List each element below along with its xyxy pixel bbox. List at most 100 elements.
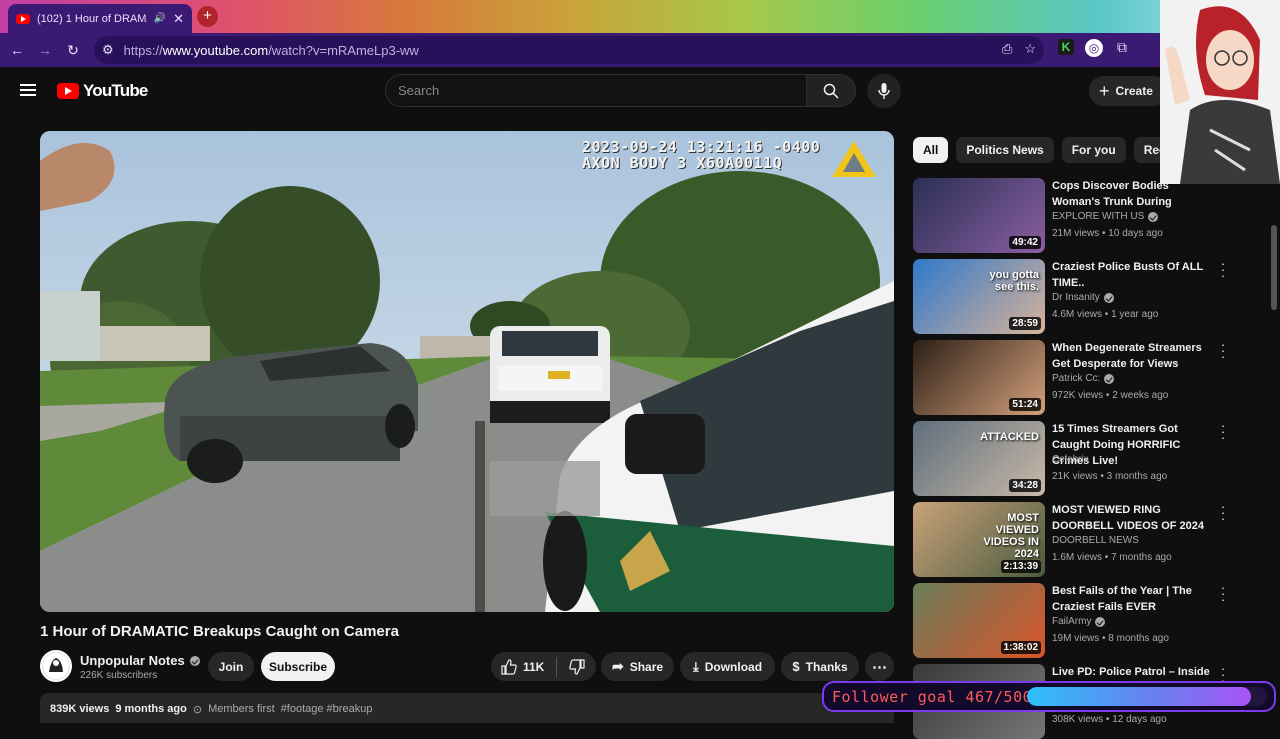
more-vertical-icon[interactable]: ··· <box>1218 257 1228 282</box>
youtube-logo-icon <box>57 83 79 99</box>
install-app-icon[interactable]: ⎙ <box>1002 41 1012 57</box>
recommendation-thumbnail[interactable]: ATTACKED 34:28 <box>913 421 1045 496</box>
recommendation-meta: 21M views • 10 days ago <box>1052 228 1163 239</box>
new-tab-button[interactable]: + <box>197 6 218 27</box>
share-label: Share <box>629 659 664 674</box>
more-vertical-icon[interactable]: ··· <box>1218 419 1228 444</box>
verified-icon <box>189 655 200 666</box>
thumbs-up-icon <box>501 658 517 675</box>
download-label: Download <box>704 659 763 674</box>
recommendation-meta: 1.6M views • 7 months ago <box>1052 552 1172 563</box>
recommendation-item[interactable]: ATTACKED 34:28 15 Times Streamers Got Caug… <box>913 419 1233 496</box>
recommendation-title[interactable]: MOST VIEWED RING DOORBELL VIDEOS OF 2024 <box>1052 502 1212 534</box>
youtube-masthead: YouTube Search + Create <box>0 67 1280 115</box>
video-frame <box>40 131 894 612</box>
recommendation-title[interactable]: Live PD: Police Patrol – Inside <box>1052 664 1212 680</box>
channel-avatar[interactable] <box>40 650 72 682</box>
more-vertical-icon[interactable]: ··· <box>1218 500 1228 525</box>
chip-politics-news[interactable]: Politics News <box>956 137 1054 163</box>
more-actions-button[interactable]: ⋯ <box>865 652 894 681</box>
site-info-icon[interactable]: ⚙ <box>102 42 114 58</box>
thumbnail-overlay-text: you gotta see this. <box>989 269 1040 293</box>
browser-tab-strip: (102) 1 Hour of DRAMATIC 🔊 ✕ + <box>0 0 1280 33</box>
recommendation-channel[interactable]: EXPLORE WITH US <box>1052 211 1159 222</box>
extensions-puzzle-icon[interactable]: ⧉ <box>1114 39 1130 55</box>
follower-goal-bar <box>1027 687 1267 706</box>
url-text: https://www.youtube.com/watch?v=mRAmeLp3… <box>123 42 419 58</box>
description-box[interactable]: 839K views 9 months ago ⊙ Members first … <box>40 693 894 723</box>
create-button[interactable]: + Create <box>1089 76 1169 106</box>
recommendation-thumbnail[interactable]: 1:38:02 <box>913 583 1045 658</box>
subscribe-button[interactable]: Subscribe <box>261 652 335 681</box>
recommendation-item[interactable]: 1:38:02 Best Fails of the Year | The Craz… <box>913 581 1233 658</box>
video-duration: 34:28 <box>1009 479 1041 492</box>
recommendation-title[interactable]: Craziest Police Busts Of ALL TIME.. <box>1052 259 1212 291</box>
thumbs-down-icon[interactable] <box>569 658 585 675</box>
recommendation-item[interactable]: 49:42 Cops Discover Bodies Woman's Trunk … <box>913 178 1233 253</box>
recommendation-title[interactable]: When Degenerate Streamers Get Desperate … <box>1052 340 1212 372</box>
upload-age: 9 months ago <box>115 703 187 715</box>
recommendation-channel[interactable]: FailArmy <box>1052 616 1106 627</box>
page-scrollbar[interactable] <box>1271 225 1277 310</box>
forward-arrow-icon[interactable]: → <box>31 42 59 58</box>
video-title: 1 Hour of DRAMATIC Breakups Caught on Ca… <box>40 623 399 640</box>
download-button[interactable]: ⤓ Download <box>680 652 775 681</box>
thanks-icon: $ <box>792 659 800 674</box>
recommendation-channel[interactable]: DOORBELL NEWS <box>1052 535 1139 546</box>
more-vertical-icon[interactable]: ··· <box>1218 338 1228 363</box>
thanks-button[interactable]: $ Thanks <box>781 652 859 681</box>
back-arrow-icon[interactable]: ← <box>3 42 31 58</box>
search-button[interactable] <box>806 74 856 107</box>
video-duration: 49:42 <box>1009 236 1041 249</box>
recommendation-title[interactable]: Best Fails of the Year | The Craziest Fa… <box>1052 583 1212 615</box>
follower-goal-fill <box>1027 687 1252 706</box>
recommendation-item[interactable]: MOST VIEWED VIDEOS IN 2024 2:13:39 MOST VI… <box>913 500 1233 577</box>
recommendation-meta: 19M views • 8 months ago <box>1052 633 1169 644</box>
like-button[interactable]: 11K <box>501 658 545 675</box>
osd-line-2: AXON BODY 3 X60A0011Q <box>582 154 783 172</box>
streamer-avatar-overlay <box>1160 0 1280 184</box>
speaker-icon[interactable]: 🔊 <box>154 13 166 24</box>
recommendation-item[interactable]: you gotta see this. 28:59 Craziest Police … <box>913 257 1233 334</box>
video-duration: 51:24 <box>1009 398 1041 411</box>
recommendation-thumbnail[interactable]: MOST VIEWED VIDEOS IN 2024 2:13:39 <box>913 502 1045 577</box>
recommendation-meta: 4.6M views • 1 year ago <box>1052 309 1159 320</box>
axon-logo-icon <box>832 141 876 177</box>
address-bar[interactable]: ⚙ https://www.youtube.com/watch?v=mRAmeL… <box>94 36 1044 64</box>
extension-k-icon[interactable]: K <box>1058 39 1074 55</box>
recommendation-item[interactable]: 51:24 When Degenerate Streamers Get Despe… <box>913 338 1233 415</box>
browser-tab-active[interactable]: (102) 1 Hour of DRAMATIC 🔊 ✕ <box>8 4 192 33</box>
video-player[interactable]: 2023-09-24 13:21:16 -0400 AXON BODY 3 X6… <box>40 131 894 612</box>
like-count: 11K <box>523 659 545 674</box>
search-input[interactable]: Search <box>385 74 807 107</box>
members-first-icon: ⊙ <box>192 704 203 716</box>
subscriber-count: 226K subscribers <box>80 670 158 681</box>
youtube-favicon-icon <box>16 13 30 24</box>
close-tab-icon[interactable]: ✕ <box>173 11 184 27</box>
chip-for-you[interactable]: For you <box>1061 137 1126 163</box>
hashtags[interactable]: #footage #breakup <box>281 703 373 715</box>
recommendation-title[interactable]: Cops Discover Bodies Woman's Trunk Durin… <box>1052 178 1172 210</box>
recommendation-thumbnail[interactable]: 51:24 <box>913 340 1045 415</box>
menu-icon[interactable] <box>20 84 36 96</box>
recommendation-channel[interactable]: Celebrix <box>1052 454 1089 465</box>
like-divider <box>556 656 558 677</box>
extension-circle-icon[interactable]: ◎ <box>1085 39 1103 57</box>
tab-title: (102) 1 Hour of DRAMATIC <box>37 12 147 25</box>
recommendation-thumbnail[interactable]: you gotta see this. 28:59 <box>913 259 1045 334</box>
channel-name[interactable]: Unpopular Notes <box>80 653 200 668</box>
youtube-logo[interactable]: YouTube <box>57 81 148 101</box>
join-button[interactable]: Join <box>208 652 254 681</box>
share-button[interactable]: ➦ Share <box>601 652 674 681</box>
recommendation-channel[interactable]: Patrick Cc: <box>1052 373 1115 384</box>
voice-search-button[interactable] <box>867 74 901 108</box>
more-vertical-icon[interactable]: ··· <box>1218 581 1228 606</box>
bookmark-star-icon[interactable]: ☆ <box>1024 41 1036 57</box>
recommendation-thumbnail[interactable]: 49:42 <box>913 178 1045 253</box>
create-label: Create <box>1115 84 1153 98</box>
recommendation-channel[interactable]: Dr Insanity <box>1052 292 1114 303</box>
plus-icon: + <box>1099 80 1110 101</box>
chip-all[interactable]: All <box>913 137 949 163</box>
members-first-label: Members first <box>208 703 275 715</box>
reload-icon[interactable]: ↻ <box>59 42 87 59</box>
